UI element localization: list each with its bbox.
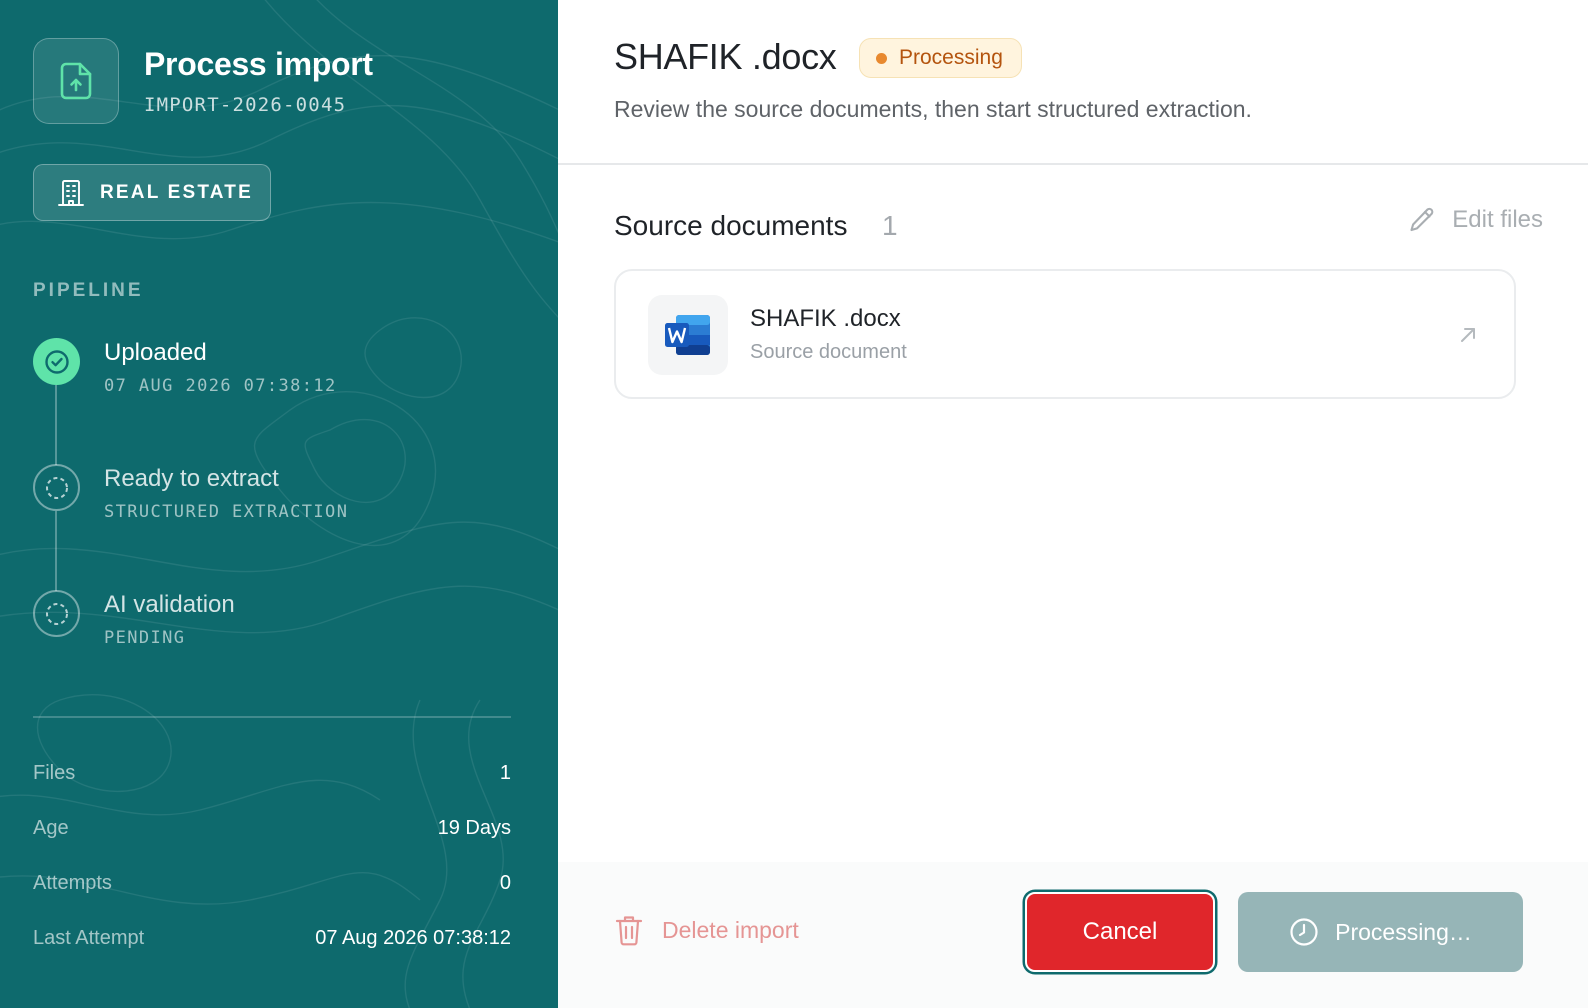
pipeline-label: PIPELINE: [33, 280, 144, 301]
step-connector: [55, 511, 57, 591]
step-subtitle-uploaded: 07 AUG 2026 07:38:12: [104, 376, 337, 396]
category-badge: REAL ESTATE: [33, 164, 271, 221]
file-subtitle: Source document: [750, 341, 907, 363]
file-card[interactable]: SHAFIK .docx Source document: [614, 269, 1516, 399]
file-name: SHAFIK .docx: [750, 305, 901, 332]
stat-value: 1: [499, 762, 511, 784]
step-title-validation: AI validation: [104, 591, 235, 618]
word-doc-icon: [648, 295, 728, 375]
step-title-uploaded: Uploaded: [104, 339, 207, 366]
dashed-circle-icon: [45, 602, 68, 625]
building-icon: [58, 179, 84, 206]
stat-row-files: Files 1: [33, 762, 511, 785]
step-status-done: [33, 338, 80, 385]
sidebar-content: Process import IMPORT-2026-0045 REAL EST…: [0, 0, 558, 1008]
status-text: Processing: [899, 46, 1003, 69]
step-status-pending: [33, 464, 80, 511]
dashed-circle-icon: [45, 476, 68, 499]
step-title-ready: Ready to extract: [104, 465, 279, 492]
external-arrow-icon: [1461, 328, 1475, 342]
stat-label: Files: [33, 762, 76, 784]
sidebar: Process import IMPORT-2026-0045 REAL EST…: [0, 0, 558, 1008]
header-subtitle: Review the source documents, then start …: [614, 96, 1252, 122]
cancel-button[interactable]: Cancel: [1025, 892, 1215, 972]
status-badge: Processing: [859, 38, 1022, 78]
category-label: REAL ESTATE: [100, 181, 253, 203]
sidebar-divider: [33, 716, 511, 718]
section-count: 1: [882, 210, 898, 241]
stat-row-age: Age 19 Days: [33, 817, 511, 840]
stat-label: Age: [33, 817, 69, 839]
stat-value: 07 Aug 2026 07:38:12: [315, 927, 511, 949]
main-panel: SHAFIK .docx Processing Review the sourc…: [558, 0, 1588, 1008]
stat-value: 19 Days: [437, 817, 511, 839]
app-root: Process import IMPORT-2026-0045 REAL EST…: [0, 0, 1588, 1008]
stat-label: Attempts: [33, 872, 112, 894]
processing-button[interactable]: Processing…: [1238, 892, 1523, 972]
stat-row-last-attempt: Last Attempt 07 Aug 2026 07:38:12: [33, 927, 511, 950]
section-title: Source documents: [614, 210, 848, 241]
footer-actions: Delete import Cancel Processing…: [558, 862, 1588, 1008]
clock-icon: [1290, 918, 1318, 946]
trash-icon: [615, 916, 643, 946]
edit-files-label: Edit files: [1452, 206, 1543, 233]
header-divider: [558, 163, 1588, 165]
delete-import-label: Delete import: [662, 916, 799, 943]
open-file-button[interactable]: [1456, 323, 1480, 352]
stat-label: Last Attempt: [33, 927, 145, 949]
file-upload-icon: [33, 38, 119, 124]
check-circle-icon: [44, 349, 69, 374]
page-title: Process import: [144, 46, 373, 82]
import-id: IMPORT-2026-0045: [144, 94, 347, 116]
stat-value: 0: [499, 872, 511, 894]
delete-import-button[interactable]: Delete import: [614, 914, 799, 946]
processing-label: Processing…: [1335, 918, 1472, 945]
document-title: SHAFIK .docx: [614, 36, 837, 77]
step-status-pending: [33, 590, 80, 637]
step-connector: [55, 385, 57, 465]
stat-row-attempts: Attempts 0: [33, 872, 511, 895]
status-dot: [876, 52, 887, 64]
step-subtitle-ready: STRUCTURED EXTRACTION: [104, 502, 349, 522]
edit-files-button[interactable]: Edit files: [1408, 206, 1543, 234]
step-subtitle-validation: PENDING: [104, 628, 186, 648]
pencil-icon: [1410, 207, 1434, 232]
